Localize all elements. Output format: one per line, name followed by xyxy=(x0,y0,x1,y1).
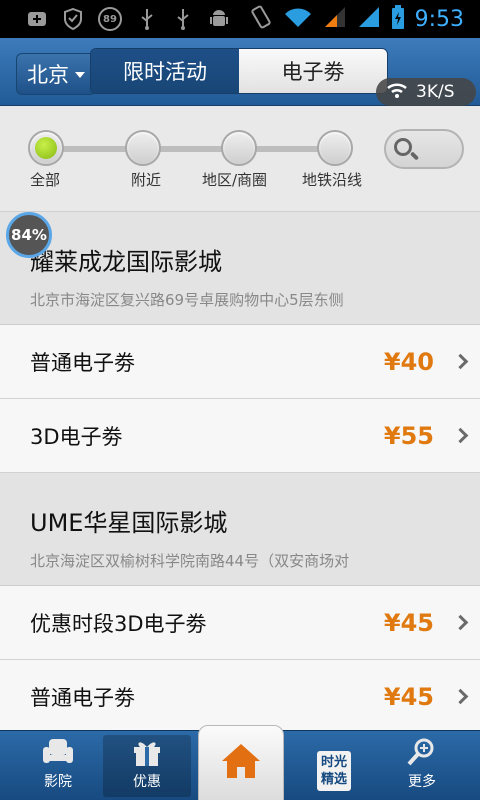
home-icon xyxy=(220,741,262,785)
nav-more[interactable]: 更多 xyxy=(378,735,466,797)
rotate-icon xyxy=(249,4,273,34)
gift-icon xyxy=(130,737,164,767)
search-button[interactable] xyxy=(384,129,464,169)
filter-stop-district[interactable] xyxy=(221,130,257,166)
segment-control: 限时活动 电子劵 xyxy=(90,48,388,94)
city-label: 北京 xyxy=(27,63,69,87)
picks-label-line1: 时光 xyxy=(320,755,347,770)
usb-icon xyxy=(136,8,158,30)
ticket-row[interactable]: 优惠时段3D电子劵 ¥45 xyxy=(0,586,480,660)
nav-more-label: 更多 xyxy=(408,774,436,790)
filter-stop-metro[interactable] xyxy=(317,130,353,166)
nav-home[interactable] xyxy=(198,725,284,800)
ticket-row[interactable]: 3D电子劵 ¥55 xyxy=(0,399,480,473)
signal-icon-1 xyxy=(323,5,347,33)
ticket-name: 优惠时段3D电子劵 xyxy=(30,611,207,636)
chevron-right-icon xyxy=(452,427,469,444)
cinema-name: 耀莱成龙国际影城 xyxy=(30,248,222,276)
wifi-icon xyxy=(283,5,313,33)
location-filter: 全部 附近 地区/商圈 地铁沿线 xyxy=(0,106,480,212)
signal-icon-2 xyxy=(357,5,381,33)
ticket-name: 普通电子劵 xyxy=(30,685,135,710)
progress-badge: 84% xyxy=(6,212,52,258)
picks-label-line2: 精选 xyxy=(320,772,347,787)
ticket-name: 普通电子劵 xyxy=(30,350,135,375)
cinema-item[interactable]: UME华星国际影城 北京海淀区双榆树科学院南路44号（双安商场对 xyxy=(0,473,480,586)
filter-stop-all[interactable] xyxy=(28,130,64,166)
status-bar: 89 9:53 xyxy=(0,0,480,38)
filter-label-district: 地区/商圈 xyxy=(202,171,268,189)
chevron-right-icon xyxy=(452,688,469,705)
chevron-right-icon xyxy=(452,353,469,370)
filter-stop-nearby[interactable] xyxy=(125,130,161,166)
ticket-price: ¥40 xyxy=(383,347,434,376)
ticket-row[interactable]: 普通电子劵 ¥45 xyxy=(0,660,480,730)
ticket-row[interactable]: 普通电子劵 ¥40 xyxy=(0,325,480,399)
filter-track xyxy=(46,146,336,152)
nav-picks[interactable]: 时光 精选 xyxy=(290,735,378,797)
ticket-price: ¥45 xyxy=(383,608,434,637)
seat-icon xyxy=(41,737,75,767)
shield-icon xyxy=(62,8,84,30)
battery-icon xyxy=(391,4,405,34)
speed-value: 3K/S xyxy=(416,82,455,102)
cinema-name: UME华星国际影城 xyxy=(30,509,228,537)
nav-deals-label: 优惠 xyxy=(133,774,161,790)
city-selector[interactable]: 北京 xyxy=(16,53,96,95)
cinema-address: 北京海淀区双榆树科学院南路44号（双安商场对 xyxy=(30,552,350,570)
ticket-price: ¥55 xyxy=(383,421,434,450)
nav-deals[interactable]: 优惠 xyxy=(103,735,191,797)
ticket-name: 3D电子劵 xyxy=(30,424,123,449)
nav-cinema[interactable]: 影院 xyxy=(14,735,102,797)
bottom-nav: 影院 优惠 时光 精选 更多 xyxy=(0,725,480,800)
battery-level-badge: 89 xyxy=(98,7,122,31)
filter-label-metro: 地铁沿线 xyxy=(302,171,363,189)
caret-down-icon xyxy=(75,72,85,78)
chevron-right-icon xyxy=(452,614,469,631)
search-more-icon xyxy=(405,737,439,767)
nav-cinema-label: 影院 xyxy=(44,774,72,790)
usb-debug-icon xyxy=(172,8,194,30)
tab-limited-activity[interactable]: 限时活动 xyxy=(91,49,239,93)
filter-label-all: 全部 xyxy=(30,171,61,189)
network-speed-indicator: 3K/S xyxy=(376,78,476,106)
cinema-address: 北京市海淀区复兴路69号卓展购物中心5层东侧 xyxy=(30,291,344,309)
ticket-price: ¥45 xyxy=(383,682,434,711)
message-plus-icon xyxy=(26,8,48,30)
picks-icon: 时光 精选 xyxy=(317,751,351,791)
cinema-item[interactable]: 耀莱成龙国际影城 北京市海淀区复兴路69号卓展购物中心5层东侧 xyxy=(0,212,480,325)
tab-e-voucher[interactable]: 电子劵 xyxy=(239,49,387,93)
filter-label-nearby: 附近 xyxy=(131,171,162,189)
android-icon xyxy=(208,8,230,30)
clock: 9:53 xyxy=(414,6,464,32)
wifi-icon xyxy=(386,81,408,104)
voucher-list: 耀莱成龙国际影城 北京市海淀区复兴路69号卓展购物中心5层东侧 普通电子劵 ¥4… xyxy=(0,212,480,730)
